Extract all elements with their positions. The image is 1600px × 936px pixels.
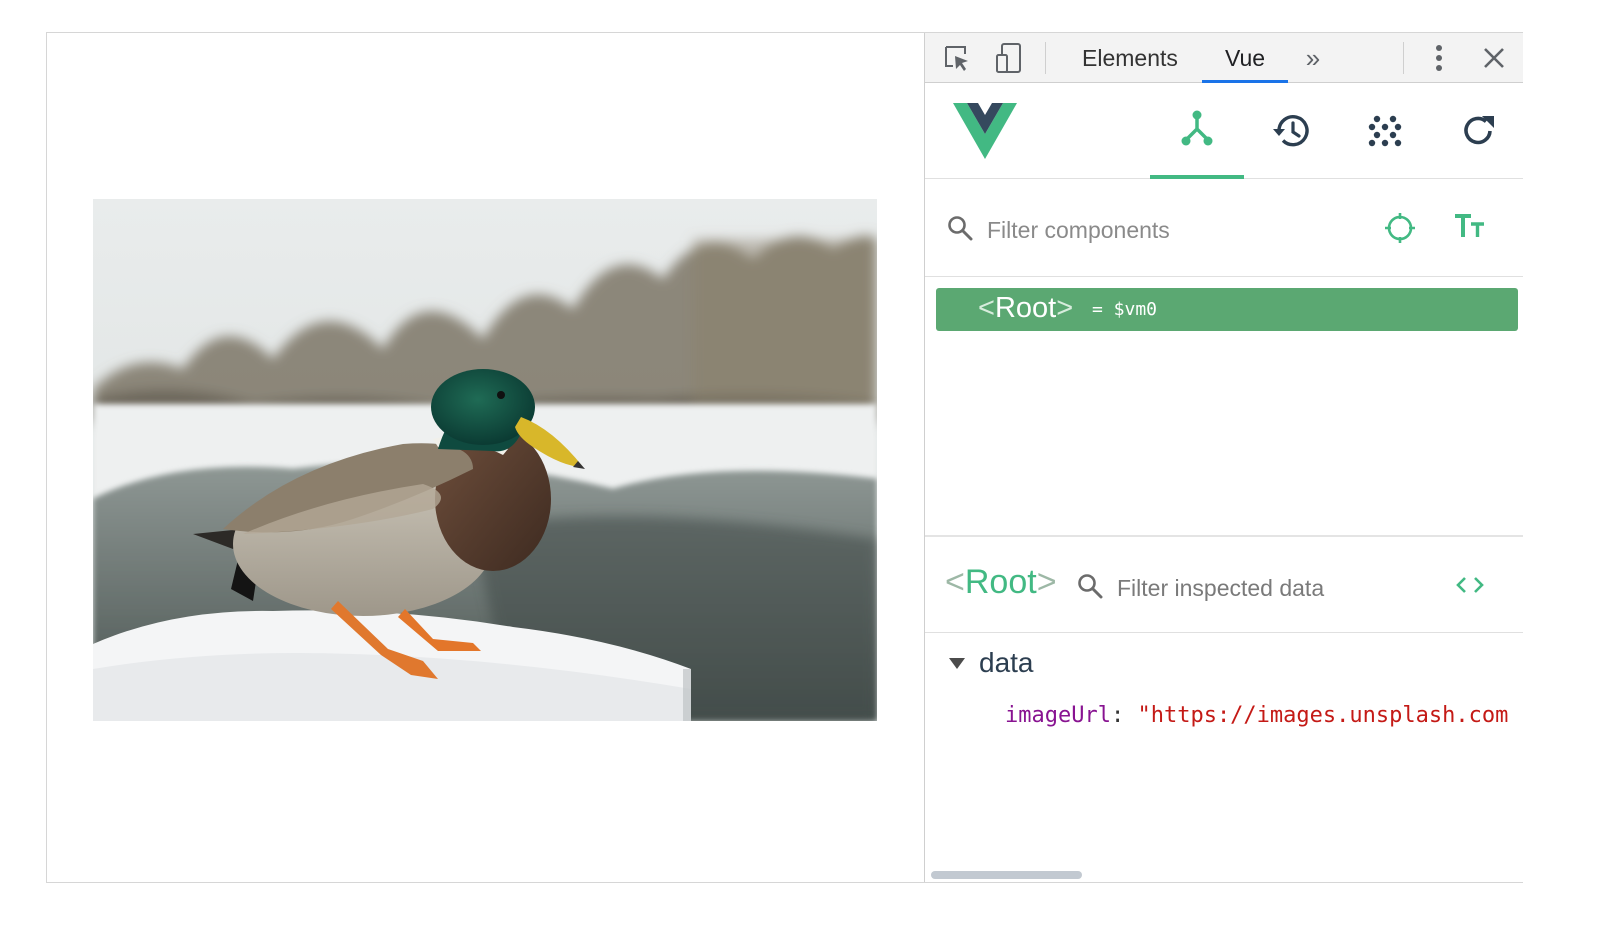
property-value: "https://images.unsplash.com <box>1137 703 1509 728</box>
vue-logo <box>953 103 1017 159</box>
property-key: imageUrl <box>1005 703 1111 728</box>
caret-down-icon <box>949 657 965 669</box>
vuex-tab-button[interactable] <box>1338 83 1432 179</box>
device-toolbar-icon[interactable] <box>993 42 1025 74</box>
toolbar-divider <box>1403 42 1404 74</box>
search-icon <box>948 216 973 241</box>
vm-reference: = $vm0 <box>1092 299 1158 320</box>
history-tab-button[interactable] <box>1244 83 1338 179</box>
vue-toolbar <box>925 83 1523 179</box>
component-tree: <Root> = $vm0 <box>925 277 1523 535</box>
tree-node-root[interactable]: <Root> = $vm0 <box>936 288 1518 331</box>
component-filter-bar <box>925 179 1523 277</box>
filter-inspected-data-input[interactable] <box>1115 567 1439 609</box>
select-component-icon[interactable] <box>1383 211 1417 250</box>
vuex-dots-icon <box>1368 115 1402 147</box>
browser-frame: Elements Vue » Filter components <Root> … <box>46 32 1523 883</box>
more-vertical-icon[interactable] <box>1423 42 1455 74</box>
devtools-tabbar: Elements Vue » <box>925 33 1523 83</box>
components-tab-button[interactable] <box>1150 83 1244 179</box>
devtools-panel: Elements Vue » Filter components <Root> … <box>924 33 1523 882</box>
data-property-row[interactable]: imageUrl: "https://images.unsplash.com <box>1005 703 1508 728</box>
toolbar-divider <box>1045 42 1046 74</box>
inspect-element-icon[interactable] <box>941 42 973 74</box>
inspected-component-title: <Root> <box>945 563 1057 601</box>
duck-photo <box>93 199 877 721</box>
format-text-icon[interactable] <box>1453 213 1487 246</box>
close-icon[interactable] <box>1478 42 1510 74</box>
refresh-button[interactable] <box>1432 83 1526 179</box>
history-icon <box>1273 115 1309 147</box>
inspector-data-panel: data imageUrl: "https://images.unsplash.… <box>925 633 1523 882</box>
data-section-label: data <box>979 647 1034 678</box>
tree-node-label: <Root> <box>978 292 1074 324</box>
data-section-toggle[interactable]: data <box>949 647 1034 679</box>
refresh-icon <box>1464 116 1494 145</box>
tab-elements[interactable]: Elements <box>1080 33 1180 83</box>
inspector-header: <Root> <box>925 537 1523 633</box>
code-icon[interactable] <box>1455 573 1485 602</box>
filter-components-input[interactable] <box>985 209 1369 251</box>
search-icon <box>1078 574 1103 599</box>
components-icon <box>1181 110 1213 146</box>
horizontal-scrollbar[interactable] <box>931 871 1082 879</box>
chevron-double-right-icon[interactable]: » <box>1297 42 1329 74</box>
page-viewport <box>47 33 924 882</box>
tab-vue[interactable]: Vue <box>1202 33 1288 83</box>
